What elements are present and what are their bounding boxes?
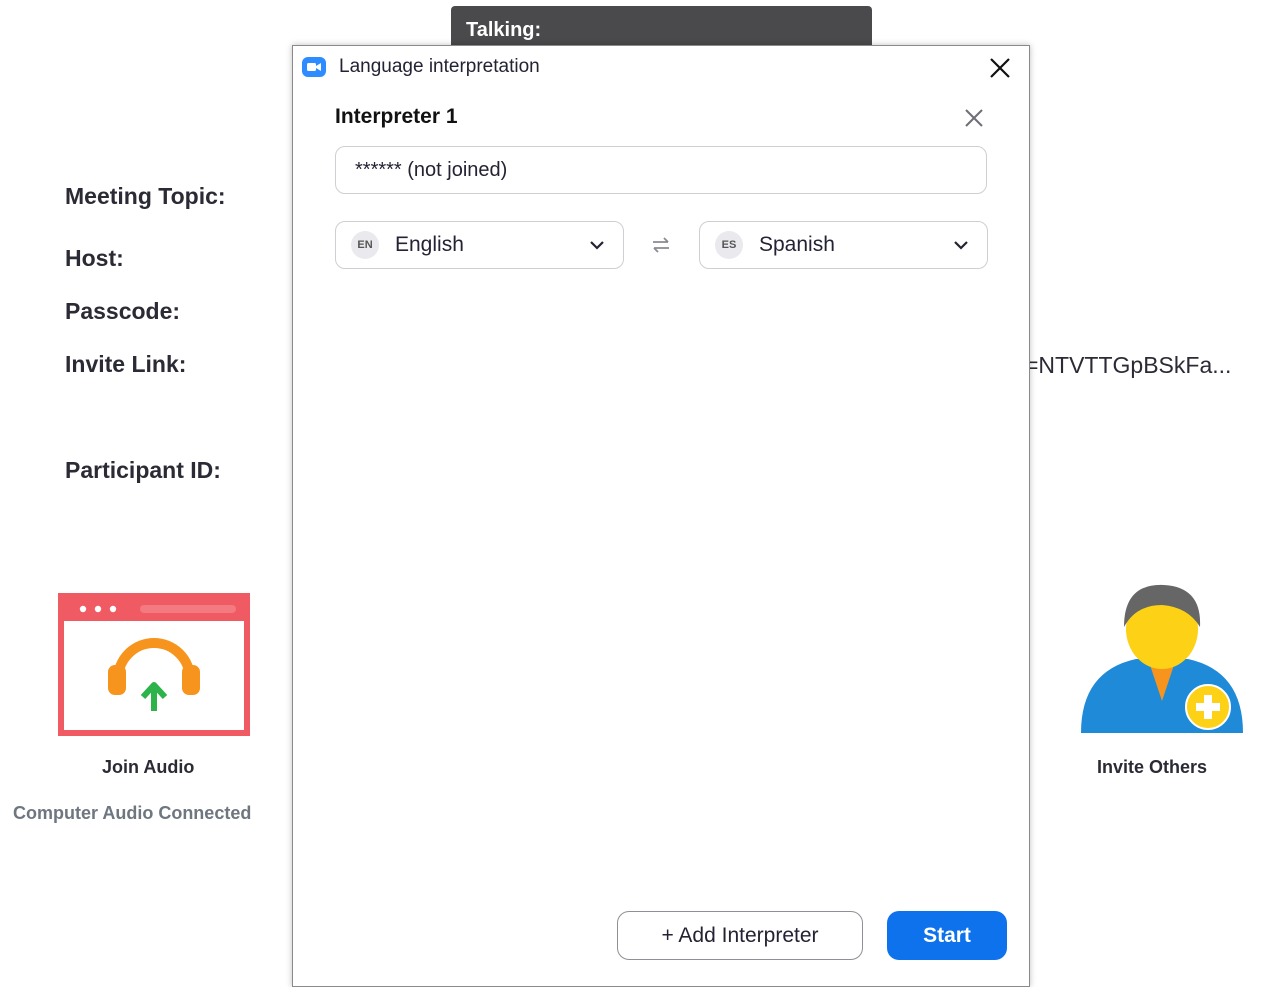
language-code-badge: ES: [715, 231, 743, 259]
participant-id-label: Participant ID:: [65, 457, 221, 483]
chevron-down-icon: [954, 241, 968, 250]
start-button[interactable]: Start: [887, 911, 1007, 960]
invite-link-value[interactable]: =NTVTTGpBSkFa...: [1025, 352, 1231, 379]
dialog-title: Language interpretation: [339, 56, 540, 77]
join-audio-label: Join Audio: [102, 757, 195, 777]
passcode-label: Passcode:: [65, 298, 181, 324]
interpreter-heading: Interpreter 1: [335, 105, 458, 128]
add-person-icon: [1081, 584, 1243, 733]
meeting-topic-label: Meeting Topic:: [65, 183, 226, 209]
talking-label: Talking:: [466, 19, 542, 41]
interpreter-name-field[interactable]: ****** (not joined): [335, 146, 987, 194]
host-label: Host:: [65, 245, 124, 271]
source-language-name: English: [395, 233, 464, 256]
talking-indicator: Talking:: [451, 6, 872, 48]
audio-status-text: Computer Audio Connected: [13, 803, 252, 823]
zoom-camera-icon: [302, 57, 326, 77]
target-language-select[interactable]: ES Spanish: [699, 221, 988, 269]
language-code-badge: EN: [351, 231, 379, 259]
swap-languages-icon[interactable]: [649, 233, 673, 257]
remove-interpreter-icon[interactable]: [962, 106, 986, 130]
invite-others-label: Invite Others: [1097, 757, 1208, 777]
interpreter-name-value: ****** (not joined): [355, 158, 508, 181]
invite-link-label: Invite Link:: [65, 351, 187, 377]
invite-others-button[interactable]: [1078, 583, 1248, 748]
language-interpretation-dialog: Language interpretation Interpreter 1 **…: [292, 45, 1030, 987]
join-audio-button[interactable]: [56, 591, 252, 738]
target-language-name: Spanish: [759, 233, 835, 256]
source-language-select[interactable]: EN English: [335, 221, 624, 269]
close-icon[interactable]: [987, 55, 1013, 81]
headphones-icon: [56, 591, 252, 738]
add-interpreter-button[interactable]: + Add Interpreter: [617, 911, 863, 960]
chevron-down-icon: [590, 241, 604, 250]
